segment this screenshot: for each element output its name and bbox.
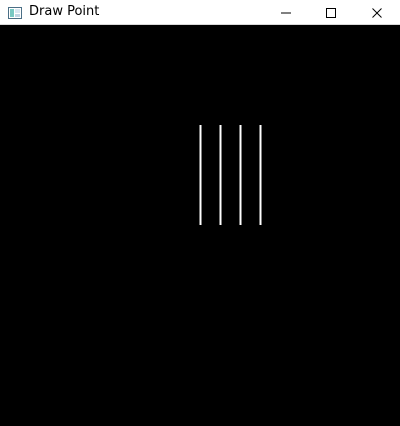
drawing-canvas[interactable]	[0, 25, 400, 426]
window-title: Draw Point	[29, 4, 100, 19]
maximize-icon	[326, 7, 336, 18]
app-window: Draw Point	[0, 0, 400, 426]
close-icon	[372, 7, 382, 18]
title-bar[interactable]: Draw Point	[0, 0, 400, 25]
minimize-button[interactable]	[263, 0, 309, 25]
drawing-surface	[0, 25, 400, 426]
app-icon	[8, 5, 22, 19]
maximize-button[interactable]	[308, 0, 354, 25]
close-button[interactable]	[354, 0, 400, 25]
minimize-icon	[281, 12, 291, 13]
